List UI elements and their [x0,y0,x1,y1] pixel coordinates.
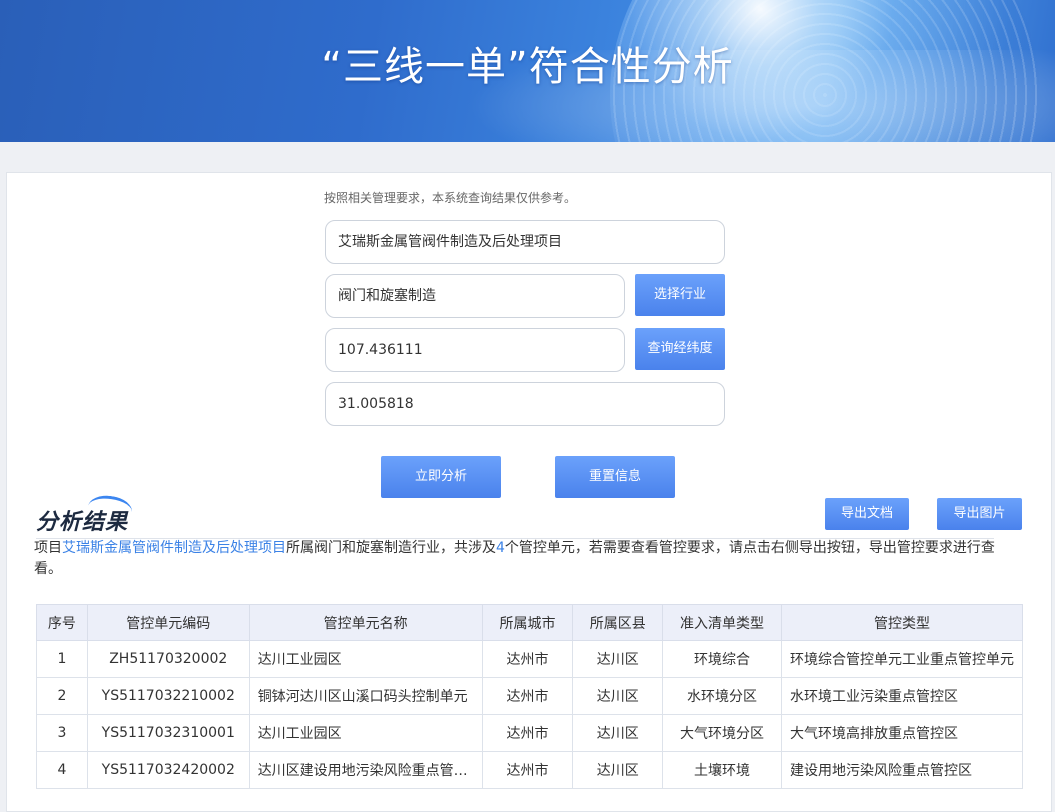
export-image-button[interactable]: 导出图片 [937,498,1022,530]
cell-list-type: 水环境分区 [662,677,782,715]
cell-district: 达川区 [572,751,664,789]
cell-control-type: 水环境工业污染重点管控区 [780,677,1024,715]
cell-city: 达州市 [481,714,574,752]
page-title: “三线一单”符合性分析 [321,44,734,90]
col-header-unit-code: 管控单元编码 [86,604,250,641]
table-row: 1 ZH51170320002 达川工业园区 达州市 达川区 环境综合 环境综合… [36,640,1024,678]
cell-city: 达州市 [481,640,574,678]
cell-unit-code: YS5117032420002 [86,751,250,789]
cell-list-type: 环境综合 [662,640,782,678]
cell-district: 达川区 [572,640,664,678]
table-header-row: 序号 管控单元编码 管控单元名称 所属城市 所属区县 准入清单类型 管控类型 [36,604,1024,641]
col-header-city: 所属城市 [481,604,574,641]
cell-city: 达州市 [481,677,574,715]
result-summary: 项目艾瑞斯金属管阀件制造及后处理项目所属阀门和旋塞制造行业，共涉及4个管控单元，… [34,538,1000,580]
analysis-result-logo: 分析结果 [36,493,136,535]
summary-text-2: 所属阀门和旋塞制造行业，共涉及 [286,540,496,556]
summary-unit-count: 4 [496,540,505,556]
cell-index: 3 [36,714,88,752]
project-name-input[interactable]: 艾瑞斯金属管阀件制造及后处理项目 [325,220,725,264]
cell-unit-code: ZH51170320002 [86,640,250,678]
analysis-result-logo-text: 分析结果 [36,510,129,535]
cell-list-type: 土壤环境 [662,751,782,789]
cell-index: 2 [36,677,88,715]
cell-control-type: 环境综合管控单元工业重点管控单元 [780,640,1024,678]
cell-unit-name: 达川工业园区 [248,714,483,752]
cell-district: 达川区 [572,714,664,752]
analyze-button[interactable]: 立即分析 [381,456,501,498]
cell-index: 4 [36,751,88,789]
cell-unit-name: 达川区建设用地污染风险重点管… [248,751,483,789]
latitude-input[interactable]: 31.005818 [325,382,725,426]
table-row: 4 YS5117032420002 达川区建设用地污染风险重点管… 达州市 达川… [36,751,1024,789]
cell-district: 达川区 [572,677,664,715]
table-row: 2 YS5117032210002 铜钵河达川区山溪口码头控制单元 达州市 达川… [36,677,1024,715]
table-row: 3 YS5117032310001 达川工业园区 达州市 达川区 大气环境分区 … [36,714,1024,752]
col-header-district: 所属区县 [572,604,664,641]
select-industry-button[interactable]: 选择行业 [635,274,725,316]
cell-control-type: 大气环境高排放重点管控区 [780,714,1024,752]
cell-unit-name: 铜钵河达川区山溪口码头控制单元 [248,677,483,715]
cell-list-type: 大气环境分区 [662,714,782,752]
cell-control-type: 建设用地污染风险重点管控区 [780,751,1024,789]
cell-city: 达州市 [481,751,574,789]
summary-text-1: 项目 [34,540,62,556]
export-document-button[interactable]: 导出文档 [825,498,909,530]
col-header-control-type: 管控类型 [780,604,1024,641]
query-coords-button[interactable]: 查询经纬度 [635,328,725,370]
cell-index: 1 [36,640,88,678]
longitude-input[interactable]: 107.436111 [325,328,625,372]
col-header-list-type: 准入清单类型 [662,604,782,641]
col-header-unit-name: 管控单元名称 [248,604,483,641]
header-banner: “三线一单”符合性分析 [0,0,1055,142]
reset-button[interactable]: 重置信息 [555,456,675,498]
disclaimer-hint: 按照相关管理要求，本系统查询结果仅供参考。 [324,191,577,205]
summary-project-link: 艾瑞斯金属管阀件制造及后处理项目 [62,540,286,556]
cell-unit-code: YS5117032310001 [86,714,250,752]
control-units-table: 序号 管控单元编码 管控单元名称 所属城市 所属区县 准入清单类型 管控类型 1… [36,604,1024,789]
cell-unit-name: 达川工业园区 [248,640,483,678]
col-header-index: 序号 [36,604,88,641]
cell-unit-code: YS5117032210002 [86,677,250,715]
industry-input[interactable]: 阀门和旋塞制造 [325,274,625,318]
